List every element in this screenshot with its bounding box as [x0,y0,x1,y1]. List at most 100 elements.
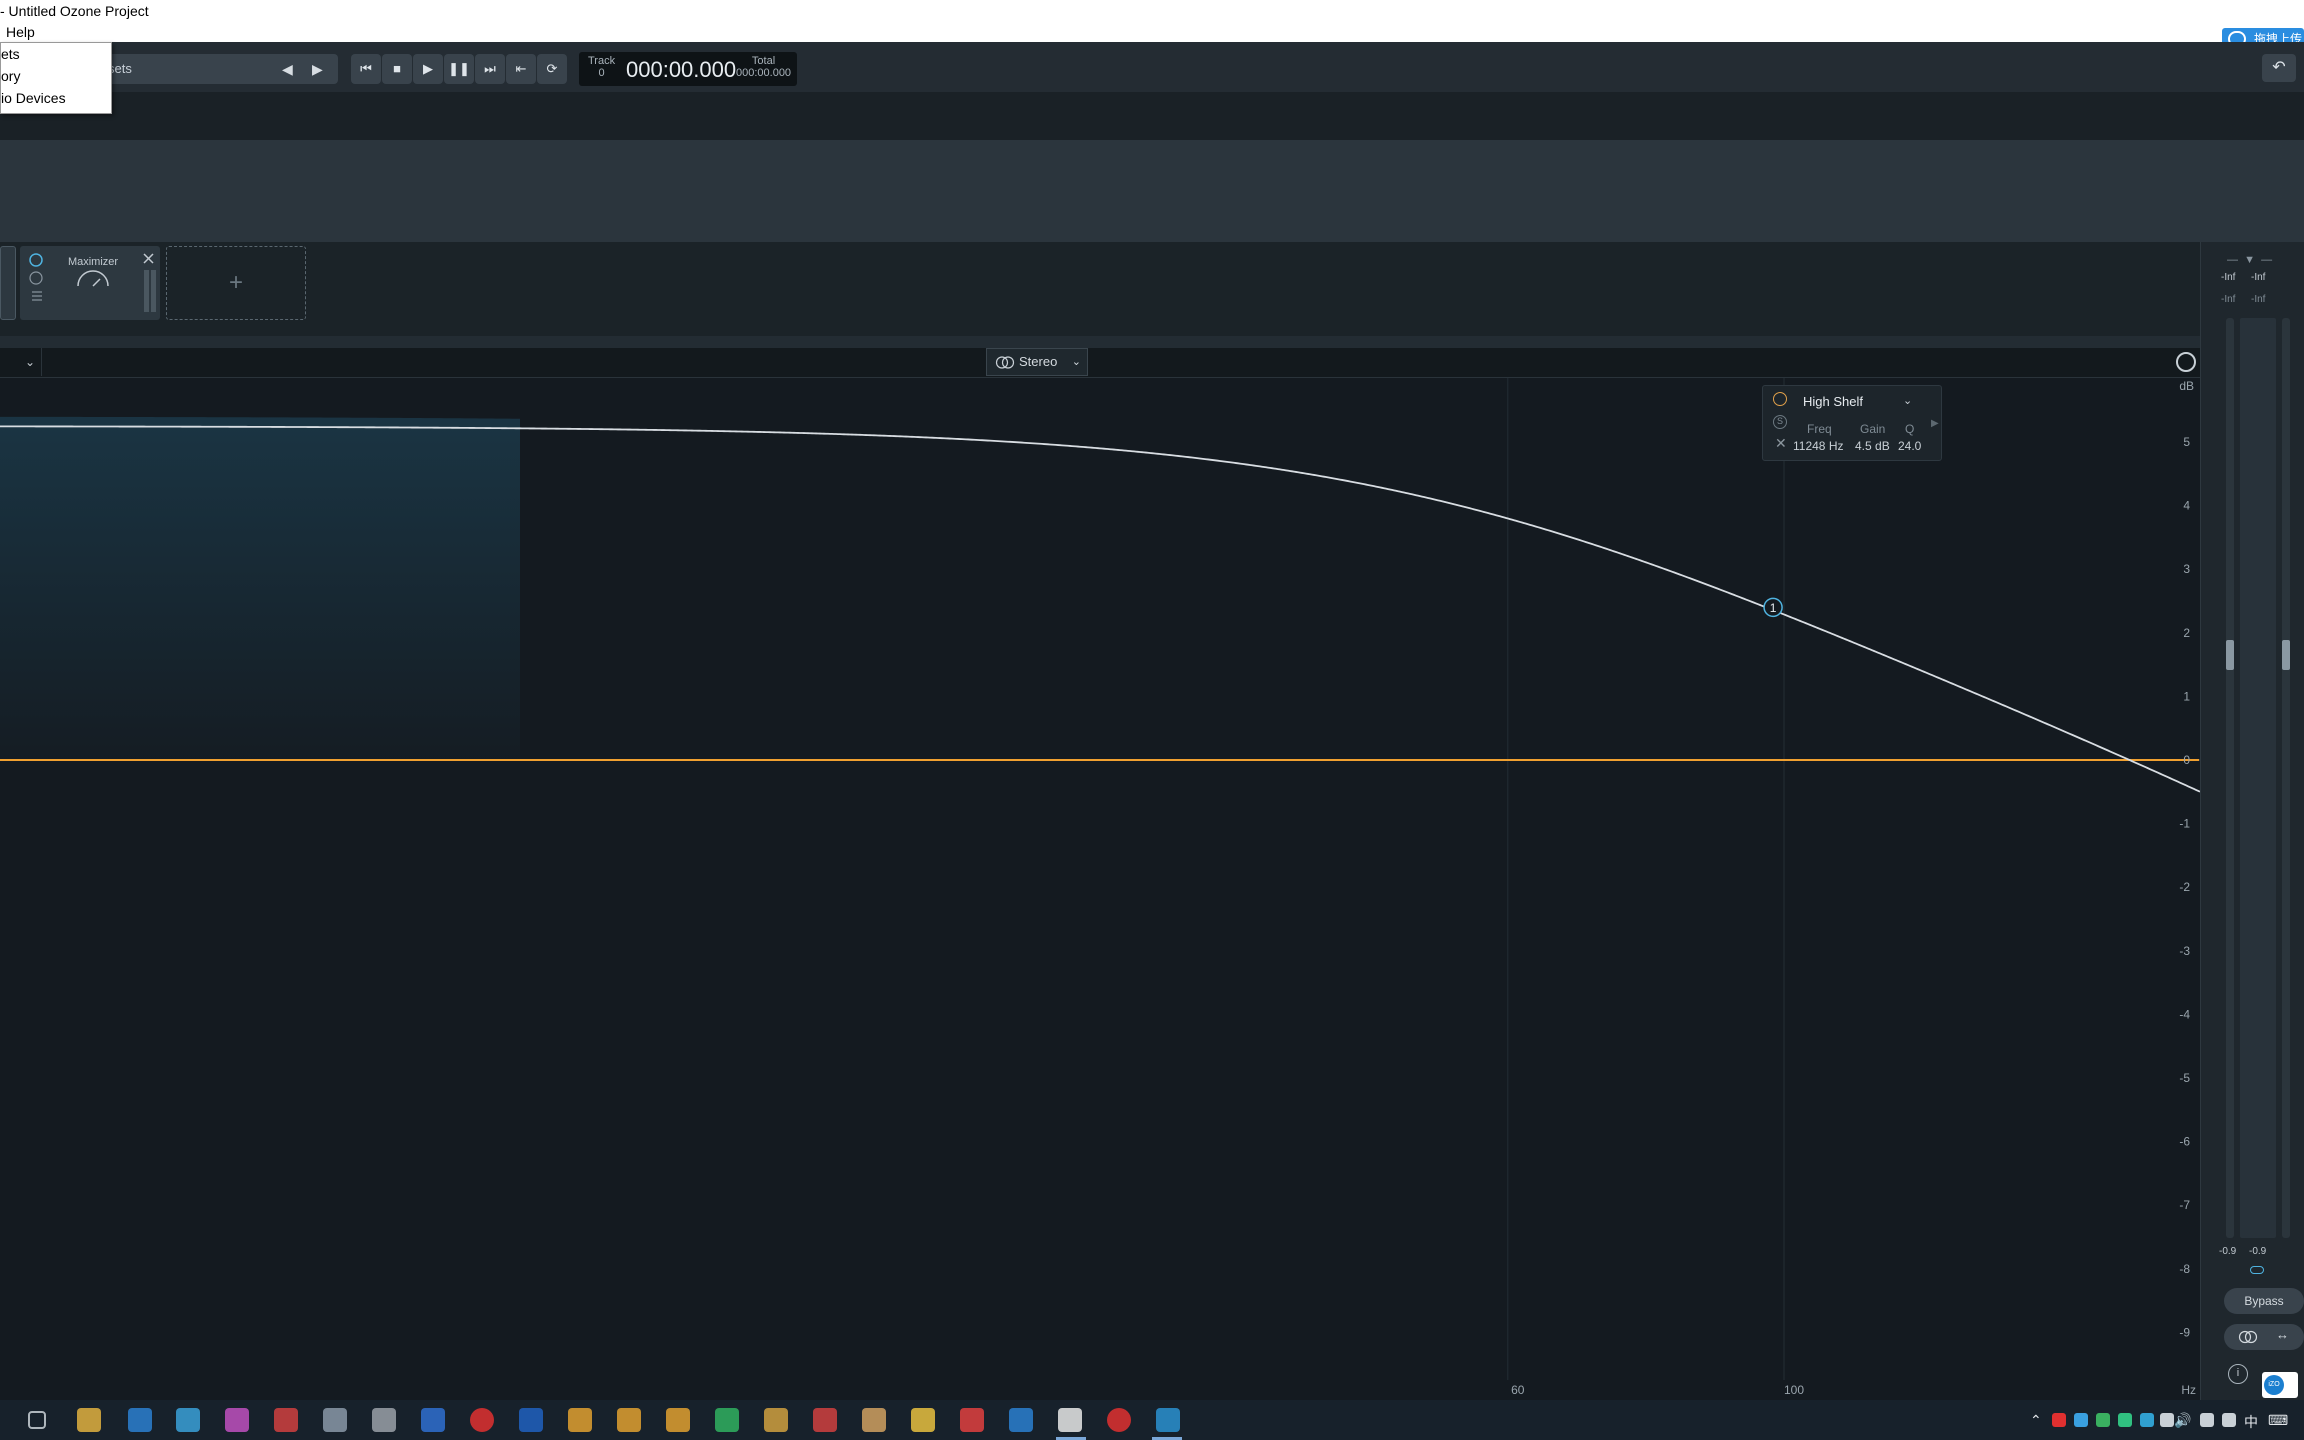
freq-value[interactable]: 11248 Hz [1793,439,1843,453]
bee-icon[interactable] [568,1408,592,1432]
output-fader-handle[interactable] [2282,640,2290,670]
s-app-icon[interactable] [1009,1408,1033,1432]
chevron-down-icon: ⌄ [24,355,35,369]
channel-mode-dropdown[interactable]: Stereo ⌄ [986,348,1088,376]
palette-icon[interactable] [862,1408,886,1432]
tray-record-icon[interactable] [2052,1413,2066,1427]
stop-button[interactable]: ■ [382,54,412,84]
volume-icon[interactable]: 🔊 [2174,1412,2191,1429]
bee-icon-2[interactable] [666,1408,690,1432]
menu-item-presets[interactable]: ets [1,43,111,65]
fox-icon[interactable] [1058,1408,1082,1432]
spy-icon[interactable] [323,1408,347,1432]
track-label: Track [588,55,616,67]
out-left: -0.9 [2219,1246,2237,1257]
module-header-panel [0,140,2304,242]
band-node-1: 1 [1763,597,1783,618]
tray-expand-icon[interactable]: ⌃ [2030,1412,2042,1429]
module-maximizer[interactable]: Maximizer [20,246,160,320]
band-delete-icon[interactable]: ✕ [1775,435,1787,452]
time-main: 000:00.000 [626,57,737,82]
meter-header: — ▼ — [2227,254,2273,266]
title-bar: - Untitled Ozone Project [0,0,2304,22]
band-type-label[interactable]: High Shelf [1803,394,1863,409]
fast-forward-button[interactable]: ⏭ [475,54,505,84]
tray-mic-icon[interactable] [2160,1413,2174,1427]
keyboard-icon[interactable]: ⌨ [2268,1412,2288,1429]
link-icon[interactable] [2250,1266,2264,1274]
hz-unit-label: Hz [2181,1383,2196,1397]
panda-icon[interactable] [176,1408,200,1432]
channel-mode-label: Stereo [1019,354,1058,369]
output-fader[interactable] [2282,318,2290,1238]
loop-region-button[interactable]: ⇤ [506,54,536,84]
menu-item-audio-devices[interactable]: io Devices [1,87,111,109]
info-icon[interactable]: i [2228,1364,2248,1384]
sword-icon[interactable] [813,1408,837,1432]
db-tick-label: 5 [2183,435,2190,449]
eq-graph[interactable]: 12357 dB543210-1-2-3-4-5-6-7-8-9 6010030… [0,378,2200,1400]
ozone-icon[interactable] [1156,1408,1180,1432]
robot-icon[interactable] [715,1408,739,1432]
input-fader-handle[interactable] [2226,640,2234,670]
eq-toolbar: ⌄ Stereo ⌄ [0,348,2200,378]
package-icon[interactable] [617,1408,641,1432]
chrome-icon[interactable] [960,1408,984,1432]
expand-icon[interactable]: ▶ [1931,418,1939,429]
tray-chat-icon[interactable] [2118,1413,2132,1427]
record-icon[interactable] [470,1408,494,1432]
band-1-fill [0,416,520,760]
db-tick-label: 2 [2183,626,2190,640]
izotope-logo: iZO [2262,1372,2298,1398]
q-value[interactable]: 24.0 [1898,439,1921,453]
tray-mail-icon[interactable] [2140,1413,2154,1427]
task-view-icon[interactable] [28,1411,46,1429]
menu-help[interactable]: Help [6,24,35,40]
tray-network-icon[interactable] [2200,1413,2214,1427]
bee-icon-3[interactable] [764,1408,788,1432]
add-module-button[interactable]: + [166,246,306,320]
pause-button[interactable]: ❚❚ [444,54,474,84]
bag-icon[interactable] [77,1408,101,1432]
next-preset-icon[interactable]: ▶ [312,54,323,84]
tray-check-icon[interactable] [2096,1413,2110,1427]
db-tick-label: -1 [2179,817,2190,831]
prev-preset-icon[interactable]: ◀ [282,54,293,84]
terminal-icon[interactable] [372,1408,396,1432]
vpn-icon[interactable] [421,1408,445,1432]
chevron-down-icon[interactable]: ⌄ [1903,394,1912,407]
module-eq-slot[interactable] [0,246,16,320]
undo-history-button[interactable]: ↶ [2262,54,2296,82]
band-solo-icon[interactable]: S [1773,415,1787,429]
eq-mode-dropdown[interactable]: ⌄ [0,348,42,376]
app-a-icon[interactable] [128,1408,152,1432]
tray-pen-icon[interactable] [2222,1413,2236,1427]
box-icon[interactable] [519,1408,543,1432]
band-power-icon[interactable] [1773,392,1787,406]
doc-icon[interactable] [274,1408,298,1432]
play-button[interactable]: ▶ [413,54,443,84]
bypass-button[interactable]: Bypass [2224,1288,2304,1314]
stereo-icon [2238,1330,2258,1344]
analyzer-toggle-icon[interactable] [2176,352,2196,372]
db-tick-label: 3 [2183,562,2190,576]
stereo-mode-button[interactable]: ↔ [2224,1324,2304,1350]
db-tick-label: 4 [2183,499,2190,513]
folder-icon[interactable] [911,1408,935,1432]
tray-cloud-icon[interactable] [2074,1413,2088,1427]
preset-selector[interactable]: sets ◀ ▶ [98,54,338,84]
menu-item-history[interactable]: ory [1,65,111,87]
db-tick-label: -7 [2179,1198,2190,1212]
peak-right: -Inf [2251,272,2266,283]
record-icon-2[interactable] [1107,1408,1131,1432]
izotope-logo-icon: iZO [2264,1375,2284,1395]
rewind-button[interactable]: ⏮ [351,54,381,84]
window-title: - Untitled Ozone Project [0,3,149,19]
db-tick-label: -9 [2179,1325,2190,1339]
ime-icon[interactable]: 中 [2244,1412,2258,1432]
mic-icon[interactable] [225,1408,249,1432]
loop-button[interactable]: ⟳ [537,54,567,84]
input-fader[interactable] [2226,318,2234,1238]
gain-value[interactable]: 4.5 dB [1855,439,1890,453]
separator [0,336,2200,348]
